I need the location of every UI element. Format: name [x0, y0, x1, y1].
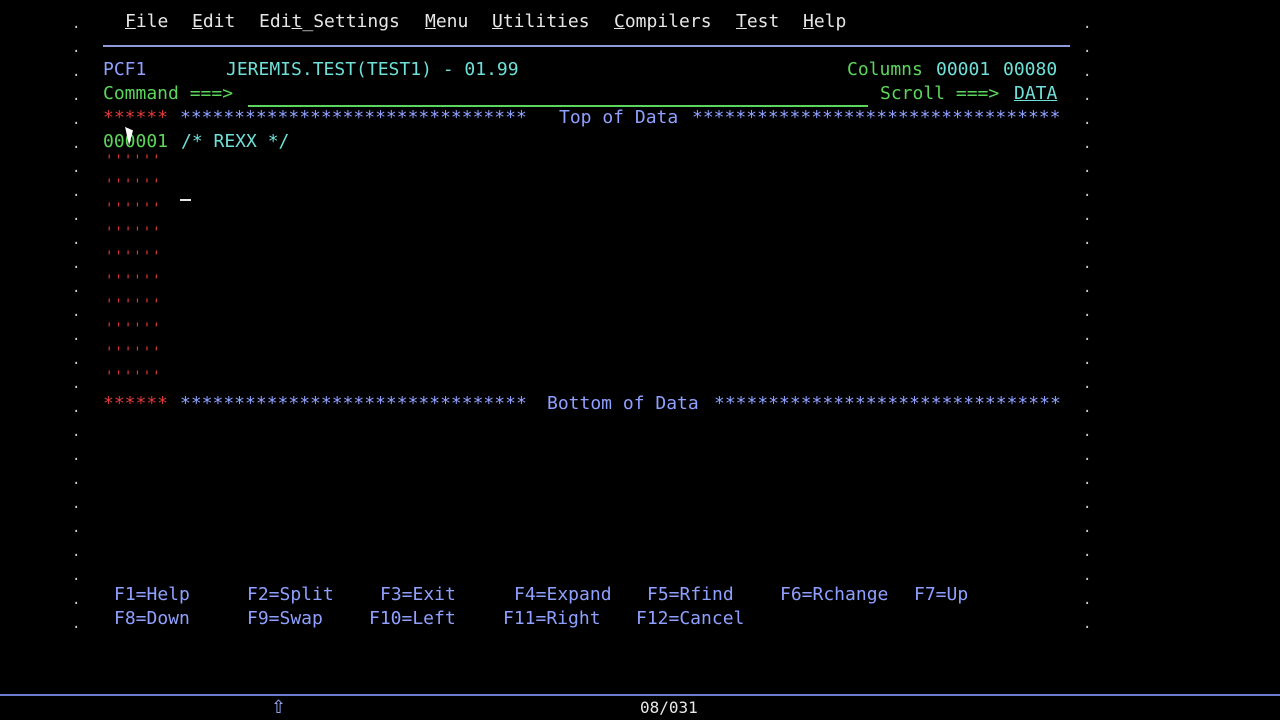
f4-expand-key[interactable]: F4=Expand [514, 584, 612, 605]
menu-edit-settings[interactable]: Edit_Settings [259, 11, 400, 32]
f9-swap-key[interactable]: F9=Swap [247, 608, 323, 629]
panel-id: PCF1 [103, 59, 147, 80]
dataset-name: JEREMIS.TEST(TEST1) - 01.99 [226, 59, 519, 80]
empty-line-prefix[interactable]: '''''' [105, 177, 162, 193]
shift-indicator-icon: ⇧ [271, 697, 287, 718]
menu-utilities[interactable]: Utilities [492, 11, 590, 32]
f6-rchange-key[interactable]: F6=Rchange [780, 584, 888, 605]
bottom-of-data-stars-right: ******************************** [714, 393, 1061, 414]
top-of-data-label: Top of Data [559, 107, 679, 128]
f5-rfind-key[interactable]: F5=Rfind [647, 584, 734, 605]
f2-split-key[interactable]: F2=Split [247, 584, 334, 605]
cursor-position: 08/031 [640, 698, 698, 717]
empty-line-prefix[interactable]: '''''' [105, 273, 162, 289]
columns-label: Columns [847, 59, 923, 80]
columns-to: 00080 [1003, 59, 1058, 80]
command-label: Command ===> [103, 83, 234, 104]
f12-cancel-key[interactable]: F12=Cancel [636, 608, 744, 629]
menu-separator [103, 45, 1070, 47]
menu-menu[interactable]: Menu [425, 11, 468, 32]
bottom-of-data-label: Bottom of Data [547, 393, 699, 414]
empty-line-prefix[interactable]: '''''' [105, 225, 162, 241]
f3-exit-key[interactable]: F3=Exit [380, 584, 456, 605]
fkey-row-1: F1=Help F2=Split F3=Exit F4=Expand F5=Rf… [114, 584, 1014, 606]
menu-test[interactable]: Test [736, 11, 779, 32]
columns-from: 00001 [936, 59, 991, 80]
fkey-row-2: F8=Down F9=Swap F10=Left F11=Right F12=C… [114, 608, 1014, 630]
top-of-data-marker: ****** [103, 107, 169, 128]
f7-up-key[interactable]: F7=Up [914, 584, 968, 605]
top-of-data-stars-right: ********************************** [692, 107, 1061, 128]
top-of-data-stars-left: ******************************** [180, 107, 527, 128]
f8-down-key[interactable]: F8=Down [114, 608, 190, 629]
menu-edit[interactable]: Edit [192, 11, 235, 32]
empty-line-prefix[interactable]: '''''' [105, 321, 162, 337]
empty-line-prefix[interactable]: '''''' [105, 297, 162, 313]
menu-help[interactable]: Help [803, 11, 846, 32]
scroll-amount-field[interactable]: DATA [1014, 83, 1057, 105]
bottom-of-data-marker: ****** [103, 393, 169, 414]
empty-line-prefix[interactable]: '''''' [105, 153, 162, 169]
line-text[interactable]: /* REXX */ [181, 131, 289, 153]
command-input[interactable] [248, 83, 868, 107]
f1-help-key[interactable]: F1=Help [114, 584, 190, 605]
empty-line-prefix[interactable]: '''''' [105, 201, 162, 217]
status-separator [0, 694, 1280, 696]
menu-file[interactable]: File [125, 11, 168, 32]
empty-line-prefix[interactable]: '''''' [105, 249, 162, 265]
scroll-label: Scroll ===> [880, 83, 1000, 104]
right-dot-border: .......................... [1083, 16, 1092, 632]
empty-line-prefix[interactable]: '''''' [105, 369, 162, 385]
menu-compilers[interactable]: Compilers [614, 11, 712, 32]
f10-left-key[interactable]: F10=Left [369, 608, 456, 629]
left-dot-border: .......................... [72, 16, 81, 632]
empty-line-prefix[interactable]: '''''' [105, 345, 162, 361]
text-cursor [180, 199, 191, 201]
f11-right-key[interactable]: F11=Right [503, 608, 601, 629]
bottom-of-data-stars-left: ******************************** [180, 393, 527, 414]
